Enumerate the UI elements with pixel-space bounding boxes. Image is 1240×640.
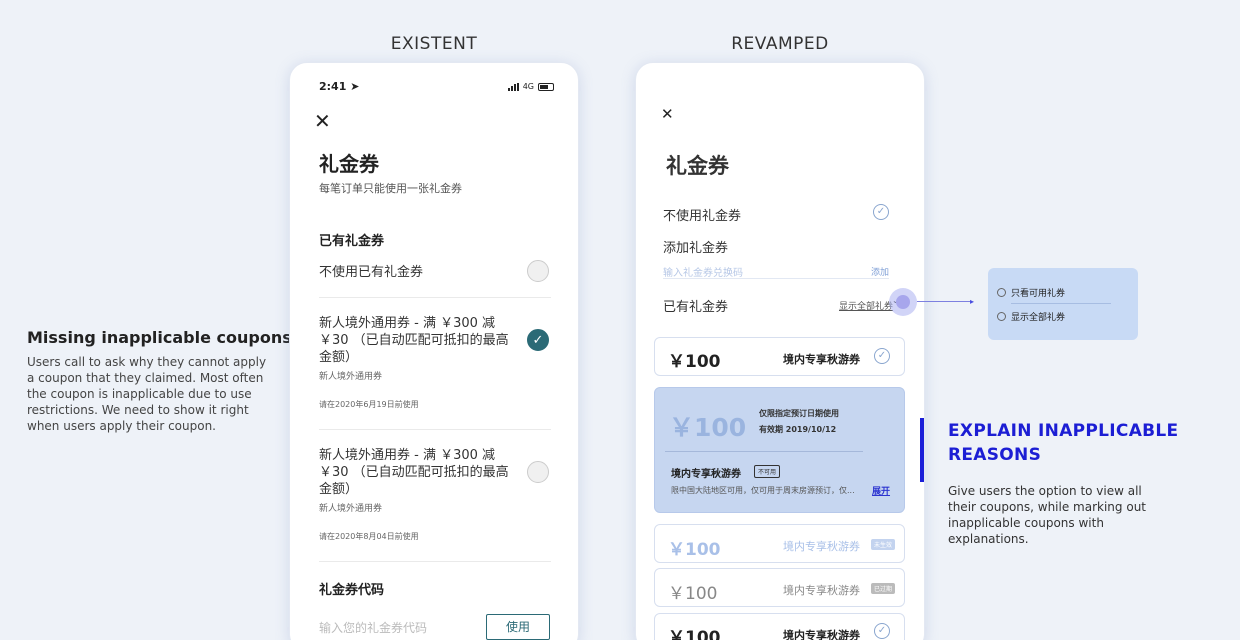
coupon-type: 新人境外通用券 [319, 504, 383, 514]
network-label: 4G [522, 82, 534, 91]
page-title: 礼金券 [319, 152, 379, 176]
no-use-label: 不使用礼金券 [663, 209, 742, 224]
coupon-amount: ￥100 [668, 540, 721, 560]
coupon-card[interactable]: ￥100 境内专享秋游券 未生效 [654, 524, 905, 563]
coupon-line1: 新人境外通用券 - 满 ￥300 减 [319, 448, 496, 463]
coupon-expiry: 请在2020年6月19日前使用 [319, 400, 419, 409]
page-subtitle: 每笔订单只能使用一张礼金券 [319, 182, 462, 195]
coupon-item[interactable]: 新人境外通用券 - 满 ￥300 减 ￥30 （已自动匹配可抵扣的最高 金额） … [319, 315, 519, 410]
filter-popup: 只看可用礼券 显示全部礼券 [988, 268, 1138, 340]
coupon-radio[interactable] [527, 461, 549, 483]
location-icon: ➤ [350, 80, 360, 93]
section-coupon-code: 礼金券代码 [319, 583, 385, 598]
status-badge: 不可用 [754, 465, 781, 478]
check-icon[interactable]: ✓ [527, 329, 549, 351]
coupon-amount: ￥100 [668, 628, 721, 640]
no-use-radio[interactable] [527, 260, 549, 282]
show-all-link[interactable]: 显示全部礼券 [839, 299, 893, 312]
divider [319, 561, 551, 562]
coupon-name: 境内专享秋游券 [783, 629, 860, 640]
coupon-type: 新人境外通用券 [319, 372, 383, 382]
status-right: 4G [507, 82, 554, 91]
close-icon[interactable]: ✕ [314, 111, 331, 131]
filter-option-available[interactable]: 只看可用礼券 [1011, 286, 1065, 299]
divider [1011, 303, 1111, 304]
coupon-name: 境内专享秋游券 [783, 540, 860, 553]
coupon-line1: 新人境外通用券 - 满 ￥300 减 [319, 316, 496, 331]
coupon-amount: ￥100 [668, 584, 718, 604]
coupon-card[interactable]: ￥100 境内专享秋游券 ✓ [654, 337, 905, 376]
coupon-expiry: 请在2020年8月04日前使用 [319, 532, 419, 541]
coupon-description: 限中国大陆地区可用，仅可用于周末房源预订，仅... [671, 486, 855, 495]
coupon-name: 境内专享秋游券 [671, 469, 741, 480]
page-title: 礼金券 [666, 154, 729, 178]
existent-phone: 2:41 ➤ 4G ✕ 礼金券 每笔订单只能使用一张礼金券 已有礼金券 不使用已… [289, 62, 579, 640]
check-icon[interactable]: ✓ [874, 348, 890, 364]
coupon-item[interactable]: 新人境外通用券 - 满 ￥300 减 ￥30 （已自动匹配可抵扣的最高 金额） … [319, 447, 519, 542]
coupon-line2: ￥30 （已自动匹配可抵扣的最高 [319, 333, 509, 348]
coupon-line2: ￥30 （已自动匹配可抵扣的最高 [319, 465, 509, 480]
signal-icon [507, 82, 519, 91]
status-badge: 未生效 [871, 539, 896, 550]
radio-option[interactable] [997, 288, 1006, 297]
coupon-validity: 有效期 2019/10/12 [759, 425, 837, 434]
coupon-name: 境内专享秋游券 [783, 584, 860, 597]
status-time-text: 2:41 [319, 80, 347, 93]
revamped-phone: ✕ 礼金券 不使用礼金券 ✓ 添加礼金券 输入礼金券兑换码 添加 已有礼金券 显… [635, 62, 925, 640]
divider [319, 297, 551, 298]
left-note-body: Users call to ask why they cannot apply … [27, 355, 267, 433]
tap-indicator [889, 288, 917, 316]
radio-option[interactable] [997, 312, 1006, 321]
no-use-label: 不使用已有礼金券 [319, 265, 424, 280]
right-note-heading-2: REASONS [948, 445, 1042, 465]
check-icon[interactable]: ✓ [874, 623, 890, 639]
divider [663, 278, 889, 279]
use-button[interactable]: 使用 [486, 614, 550, 640]
existent-title: EXISTENT [390, 34, 478, 54]
coupon-card[interactable]: ￥100 境内专享秋游券 已过期 [654, 568, 905, 607]
add-link[interactable]: 添加 [871, 265, 889, 278]
add-coupon-label: 添加礼金券 [663, 241, 729, 256]
coupon-condition: 仅限指定预订日期使用 [759, 409, 839, 418]
accent-bar [920, 418, 924, 482]
filter-option-all[interactable]: 显示全部礼券 [1011, 310, 1065, 323]
divider [665, 451, 863, 452]
owned-label: 已有礼金券 [663, 300, 729, 315]
status-badge: 已过期 [871, 583, 896, 594]
coupon-line3: 金额） [319, 350, 359, 365]
battery-icon [538, 82, 554, 91]
connector-line [917, 301, 972, 302]
check-icon[interactable]: ✓ [873, 204, 889, 220]
coupon-name: 境内专享秋游券 [783, 353, 860, 366]
revamped-title: REVAMPED [731, 34, 829, 54]
coupon-code-input[interactable]: 输入您的礼金券代码 [319, 619, 427, 636]
right-note-body: Give users the option to view all their … [948, 484, 1146, 546]
redeem-code-input[interactable]: 输入礼金券兑换码 [663, 264, 743, 279]
coupon-amount: ￥100 [668, 352, 721, 372]
inapplicable-coupon-card[interactable]: ￥100 仅限指定预订日期使用 有效期 2019/10/12 境内专享秋游券 不… [654, 387, 905, 513]
status-time: 2:41 ➤ [319, 80, 359, 93]
arrow-right-icon: ▸ [970, 297, 975, 306]
divider [319, 429, 551, 430]
expand-link[interactable]: 展开 [872, 484, 890, 497]
close-icon[interactable]: ✕ [661, 107, 674, 122]
coupon-card[interactable]: ￥100 境内专享秋游券 ✓ [654, 613, 905, 640]
coupon-amount: ￥100 [669, 413, 747, 442]
section-owned-coupons: 已有礼金券 [319, 234, 385, 249]
left-note-heading: Missing inapplicable coupons [27, 328, 292, 347]
right-note-heading-1: EXPLAIN INAPPLICABLE [948, 421, 1179, 441]
coupon-line3: 金额） [319, 482, 359, 497]
